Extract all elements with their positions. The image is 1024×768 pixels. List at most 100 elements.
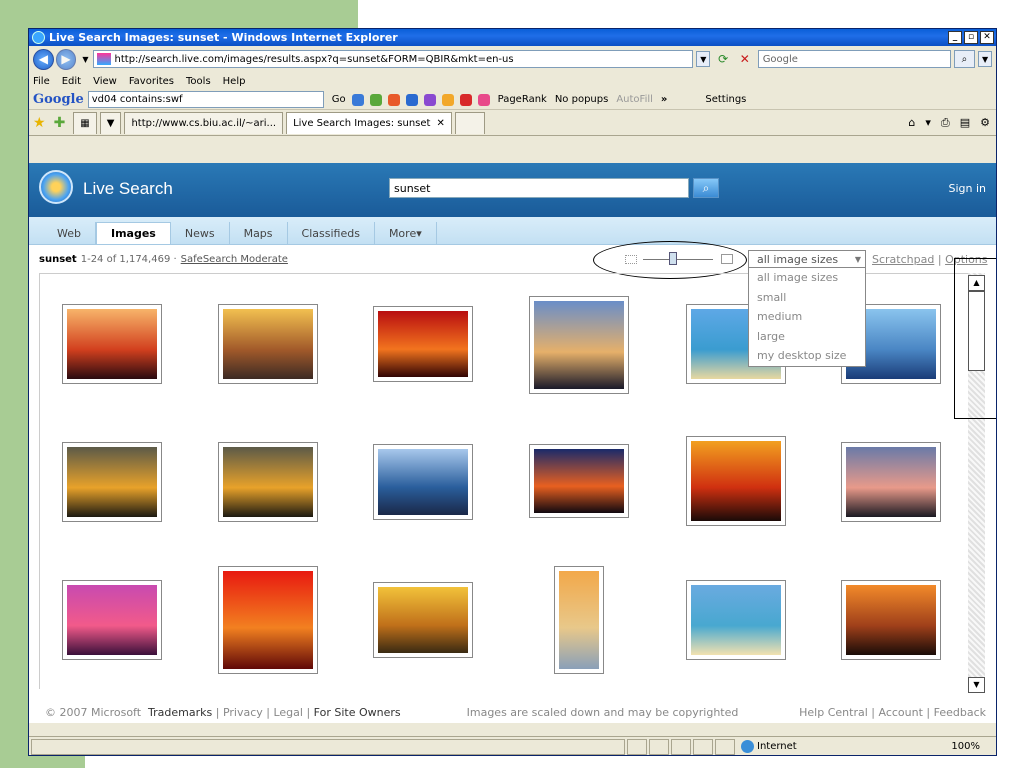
tab-classifieds[interactable]: Classifieds bbox=[288, 222, 375, 244]
image-thumbnail-dark-horizon-sunset[interactable] bbox=[529, 444, 629, 518]
home-icon[interactable]: ⌂ bbox=[908, 116, 915, 129]
live-search-query-input[interactable]: sunset bbox=[389, 178, 689, 198]
status-pane bbox=[693, 738, 713, 755]
status-pane bbox=[649, 738, 669, 755]
scholar-icon[interactable] bbox=[423, 93, 436, 106]
size-option-small[interactable]: small bbox=[749, 288, 865, 308]
image-thumbnail-couple-silhouette[interactable] bbox=[686, 436, 786, 526]
bookmarks-icon[interactable] bbox=[441, 93, 454, 106]
maximize-button[interactable]: ▫ bbox=[964, 31, 978, 44]
thumbnail-image bbox=[534, 449, 624, 513]
menu-favorites[interactable]: Favorites bbox=[129, 76, 174, 87]
back-icon[interactable]: ◀ bbox=[33, 48, 54, 70]
image-thumbnail-red-sea-sunset[interactable] bbox=[218, 566, 318, 674]
tab-more[interactable]: More▾ bbox=[375, 222, 437, 244]
tab-maps[interactable]: Maps bbox=[230, 222, 288, 244]
menu-help[interactable]: Help bbox=[223, 76, 246, 87]
favorites-star-icon[interactable]: ★ bbox=[33, 115, 46, 131]
settings-button[interactable]: Settings bbox=[705, 94, 746, 105]
safesearch-link[interactable]: SafeSearch Moderate bbox=[181, 254, 288, 265]
picasa-icon[interactable] bbox=[477, 93, 490, 106]
image-thumbnail-blue-clouds[interactable] bbox=[373, 444, 473, 520]
menu-file[interactable]: File bbox=[33, 76, 50, 87]
pagerank-button[interactable]: PageRank bbox=[498, 94, 547, 105]
size-option-all[interactable]: all image sizes bbox=[749, 268, 865, 288]
footer-link-legal[interactable]: Legal bbox=[273, 706, 302, 719]
menu-view[interactable]: View bbox=[93, 76, 117, 87]
address-bar[interactable]: http://search.live.com/images/results.as… bbox=[92, 50, 694, 68]
orkut-icon[interactable] bbox=[405, 93, 418, 106]
search-options-dropdown-icon[interactable]: ▼ bbox=[978, 51, 992, 67]
image-thumbnail-orange-silhouettes[interactable] bbox=[841, 580, 941, 660]
search-web-icon[interactable] bbox=[351, 93, 364, 106]
sign-in-link[interactable]: Sign in bbox=[948, 182, 986, 195]
google-go-button[interactable]: Go bbox=[332, 94, 346, 105]
zoom-level[interactable]: 100% bbox=[951, 741, 980, 752]
footer-link-trademarks[interactable]: Trademarks bbox=[148, 706, 212, 719]
browser-search-input[interactable]: Google bbox=[757, 50, 951, 68]
gmail-icon[interactable] bbox=[459, 93, 472, 106]
thumbnail-image bbox=[67, 585, 157, 655]
image-thumbnail-sandy-beach[interactable] bbox=[686, 580, 786, 660]
menu-edit[interactable]: Edit bbox=[62, 76, 81, 87]
tools-menu-icon[interactable]: ⚙ bbox=[980, 116, 990, 129]
image-thumbnail-palm-tree-sunset[interactable] bbox=[62, 304, 162, 384]
image-thumbnail-palm-silhouettes[interactable] bbox=[841, 442, 941, 522]
footer-link-help[interactable]: Help Central bbox=[799, 706, 868, 719]
size-option-medium[interactable]: medium bbox=[749, 307, 865, 327]
scratchpad-link[interactable]: Scratchpad bbox=[872, 253, 934, 266]
feeds-icon[interactable]: ▾ bbox=[925, 116, 931, 129]
tab-live-search[interactable]: Live Search Images: sunset ✕ bbox=[286, 111, 452, 134]
tab-cs-biu[interactable]: http://www.cs.biu.ac.il/~ari... bbox=[124, 111, 284, 134]
tab-web[interactable]: Web bbox=[43, 222, 96, 244]
footer-link-site-owners[interactable]: For Site Owners bbox=[314, 706, 401, 719]
image-thumbnail-rocky-sunset-2[interactable] bbox=[218, 442, 318, 522]
popup-blocker-button[interactable]: No popups bbox=[555, 94, 609, 105]
page-menu-icon[interactable]: ▤ bbox=[960, 116, 970, 129]
search-go-icon[interactable]: ⌕ bbox=[953, 50, 976, 68]
address-dropdown-icon[interactable]: ▼ bbox=[696, 51, 711, 67]
tab-news[interactable]: News bbox=[171, 222, 230, 244]
size-option-large[interactable]: large bbox=[749, 327, 865, 347]
tab-cs-biu-label: http://www.cs.biu.ac.il/~ari... bbox=[131, 117, 277, 129]
add-favorite-icon[interactable]: ✚ bbox=[54, 115, 66, 131]
minimize-button[interactable]: _ bbox=[948, 31, 962, 44]
image-thumbnail-sailboat-sunset[interactable] bbox=[554, 566, 604, 674]
close-window-button[interactable]: ✕ bbox=[980, 31, 994, 44]
image-thumbnail-cloudy-coast-sunset[interactable] bbox=[529, 296, 629, 394]
footer-link-privacy[interactable]: Privacy bbox=[223, 706, 263, 719]
refresh-icon[interactable]: ⟳ bbox=[714, 50, 732, 68]
forward-icon[interactable]: ▶ bbox=[55, 48, 77, 70]
tab-list-dropdown-icon[interactable]: ▼ bbox=[99, 111, 122, 134]
live-search-go-icon[interactable]: ⌕ bbox=[693, 178, 719, 198]
quick-tabs-icon[interactable]: ▦ bbox=[73, 111, 97, 134]
image-size-dropdown: all image sizes small medium large my de… bbox=[748, 267, 866, 367]
close-tab-icon[interactable]: ✕ bbox=[436, 118, 444, 129]
stop-icon[interactable]: ✕ bbox=[736, 50, 754, 68]
thumbnail-image bbox=[534, 301, 624, 389]
image-thumbnail-purple-sunset[interactable] bbox=[62, 580, 162, 660]
autofill-button[interactable]: AutoFill bbox=[616, 94, 653, 105]
thumbnail-image bbox=[559, 571, 599, 669]
scroll-down-icon[interactable]: ▼ bbox=[968, 677, 985, 693]
image-thumbnail-rocky-sunset-1[interactable] bbox=[62, 442, 162, 522]
size-option-desktop[interactable]: my desktop size bbox=[749, 346, 865, 366]
footer-link-feedback[interactable]: Feedback bbox=[934, 706, 986, 719]
scrollbar-highlight-box bbox=[954, 258, 996, 419]
security-zone[interactable]: Internet bbox=[741, 740, 851, 753]
more-toolbar-button[interactable]: » bbox=[661, 94, 667, 105]
image-thumbnail-pier-sunset[interactable] bbox=[218, 304, 318, 384]
image-thumbnail-red-horizon-sunset[interactable] bbox=[373, 306, 473, 382]
footer-link-account[interactable]: Account bbox=[878, 706, 922, 719]
history-dropdown-icon[interactable]: ▼ bbox=[82, 55, 88, 64]
image-thumbnail-golden-clouds[interactable] bbox=[373, 582, 473, 658]
address-toolbar: ◀ ▶ ▼ http://search.live.com/images/resu… bbox=[29, 46, 996, 72]
images-icon[interactable] bbox=[369, 93, 382, 106]
menu-tools[interactable]: Tools bbox=[186, 76, 211, 87]
tab-images[interactable]: Images bbox=[95, 222, 171, 244]
print-icon[interactable]: ⎙ bbox=[941, 116, 950, 130]
image-size-select[interactable]: all image sizes ▼ bbox=[748, 250, 866, 268]
new-tab-button[interactable] bbox=[454, 111, 485, 134]
news-icon[interactable] bbox=[387, 93, 400, 106]
google-search-input[interactable]: vd04 contains:swf bbox=[87, 91, 324, 108]
